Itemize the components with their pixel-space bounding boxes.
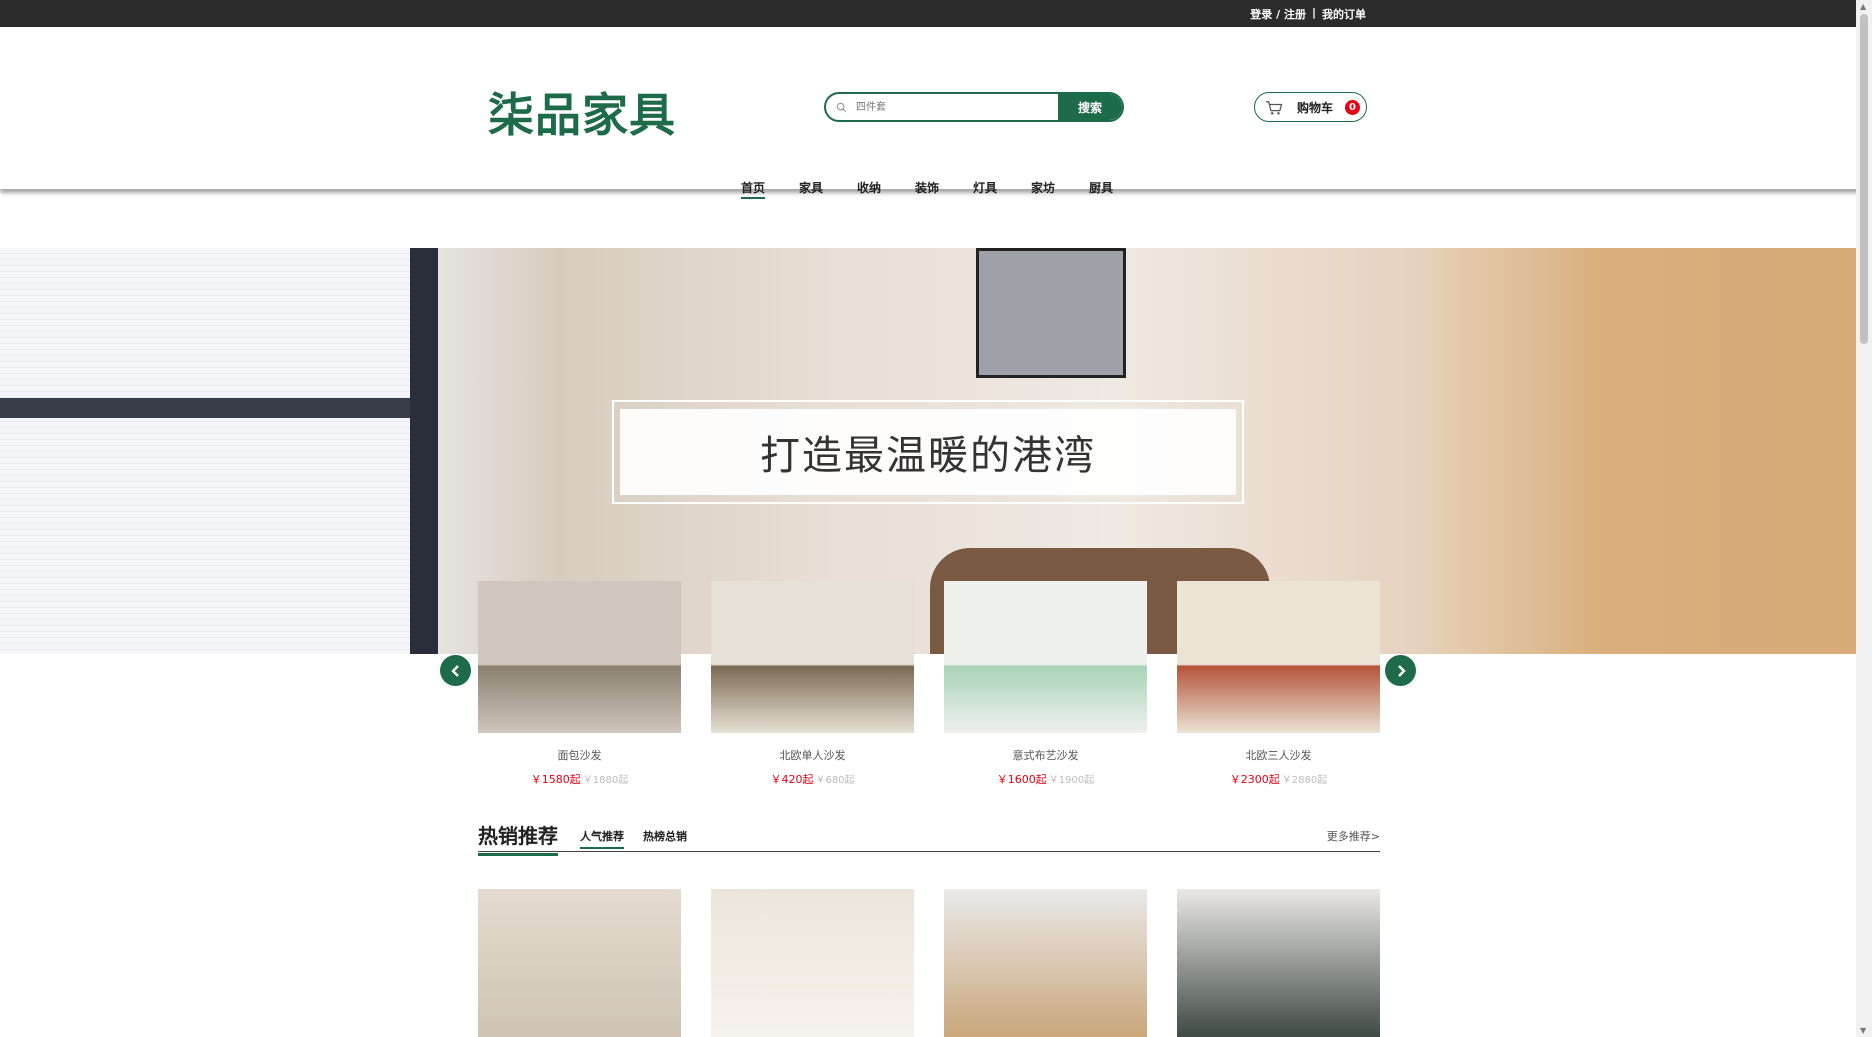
carousel-prev-button[interactable] xyxy=(440,655,471,686)
product-image[interactable] xyxy=(711,581,914,733)
nav-item-decor[interactable]: 装饰 xyxy=(915,179,973,199)
banner-wood-panel xyxy=(1436,248,1856,654)
login-register-link[interactable]: 登录 / 注册 xyxy=(1250,6,1306,22)
cart-label: 购物车 xyxy=(1297,100,1334,115)
scrollbar-thumb[interactable] xyxy=(1860,14,1868,344)
scroll-up-icon[interactable]: ▲ xyxy=(1860,2,1866,11)
search-input[interactable] xyxy=(856,94,1058,120)
cart-icon xyxy=(1265,100,1283,115)
logo[interactable]: 柒品家具 xyxy=(488,79,676,145)
carousel-card[interactable]: 北欧三人沙发 ￥2300起 ￥2880起 xyxy=(1177,581,1380,787)
hot-sales-section-header: 热销推荐 人气推荐 热榜总销 更多推荐> xyxy=(478,820,1380,856)
nav-item-lighting[interactable]: 灯具 xyxy=(973,179,1031,199)
hot-products-grid xyxy=(478,889,1380,1037)
current-price: ￥1580起 xyxy=(530,773,581,786)
current-price: ￥1600起 xyxy=(996,773,1047,786)
product-price: ￥1600起 ￥1900起 xyxy=(944,771,1147,787)
tab-top-sales[interactable]: 热榜总销 xyxy=(643,828,687,844)
current-price: ￥2300起 xyxy=(1229,773,1280,786)
product-carousel: 面包沙发 ￥1580起 ￥1880起 北欧单人沙发 ￥420起 ￥680起 意式布艺… xyxy=(478,581,1380,787)
banner-title: 打造最温暖的港湾 xyxy=(620,409,1236,495)
tab-popular[interactable]: 人气推荐 xyxy=(580,828,624,849)
top-links: 登录 / 注册 | 我的订单 xyxy=(1250,6,1366,22)
banner-window-frame xyxy=(0,398,430,418)
nav-item-home[interactable]: 首页 xyxy=(741,179,799,199)
search-icon xyxy=(826,94,856,120)
nav-item-furniture[interactable]: 家具 xyxy=(799,179,857,199)
chevron-left-icon xyxy=(450,664,459,677)
banner-wall-art xyxy=(976,248,1126,378)
cart-count-badge: 0 xyxy=(1345,100,1360,115)
product-name[interactable]: 意式布艺沙发 xyxy=(944,747,1147,763)
main-nav: 首页 家具 收纳 装饰 灯具 家坊 厨具 xyxy=(741,179,1147,199)
search-button[interactable]: 搜索 xyxy=(1058,94,1122,120)
header: 柒品家具 搜索 购物车 0 首页 家具 收纳 装饰 灯具 家坊 厨具 xyxy=(0,27,1872,199)
product-name[interactable]: 北欧单人沙发 xyxy=(711,747,914,763)
product-image[interactable] xyxy=(711,889,914,1037)
carousel-card[interactable]: 面包沙发 ￥1580起 ￥1880起 xyxy=(478,581,681,787)
more-recommendations-link[interactable]: 更多推荐> xyxy=(1327,828,1380,844)
carousel-card[interactable]: 北欧单人沙发 ￥420起 ￥680起 xyxy=(711,581,914,787)
original-price: ￥1880起 xyxy=(582,775,629,786)
product-image[interactable] xyxy=(944,581,1147,733)
section-title: 热销推荐 xyxy=(478,820,558,856)
carousel-next-button[interactable] xyxy=(1385,655,1416,686)
product-price: ￥420起 ￥680起 xyxy=(711,771,914,787)
original-price: ￥680起 xyxy=(815,775,855,786)
separator: | xyxy=(1311,6,1316,19)
original-price: ￥2880起 xyxy=(1281,775,1328,786)
product-name[interactable]: 面包沙发 xyxy=(478,747,681,763)
nav-item-storage[interactable]: 收纳 xyxy=(857,179,915,199)
banner-title-frame: 打造最温暖的港湾 xyxy=(612,400,1244,504)
product-image[interactable] xyxy=(1177,581,1380,733)
carousel-card[interactable]: 意式布艺沙发 ￥1600起 ￥1900起 xyxy=(944,581,1147,787)
product-image[interactable] xyxy=(1177,889,1380,1037)
product-image[interactable] xyxy=(478,581,681,733)
chevron-right-icon xyxy=(1397,664,1406,677)
original-price: ￥1900起 xyxy=(1048,775,1095,786)
scrollbar[interactable]: ▲ ▼ xyxy=(1856,0,1872,1037)
nav-item-textiles[interactable]: 家坊 xyxy=(1031,179,1089,199)
product-price: ￥2300起 ￥2880起 xyxy=(1177,771,1380,787)
product-image[interactable] xyxy=(478,889,681,1037)
top-bar: 登录 / 注册 | 我的订单 xyxy=(0,0,1872,27)
my-orders-link[interactable]: 我的订单 xyxy=(1322,6,1366,22)
scroll-down-icon[interactable]: ▼ xyxy=(1860,1026,1866,1035)
nav-item-kitchen[interactable]: 厨具 xyxy=(1089,179,1147,199)
search-bar: 搜索 xyxy=(824,92,1124,122)
current-price: ￥420起 xyxy=(770,773,814,786)
banner-window-image xyxy=(0,248,430,654)
product-image[interactable] xyxy=(944,889,1147,1037)
product-name[interactable]: 北欧三人沙发 xyxy=(1177,747,1380,763)
cart-button[interactable]: 购物车 0 xyxy=(1254,92,1367,122)
product-price: ￥1580起 ￥1880起 xyxy=(478,771,681,787)
banner-window-frame-vertical xyxy=(410,248,438,654)
